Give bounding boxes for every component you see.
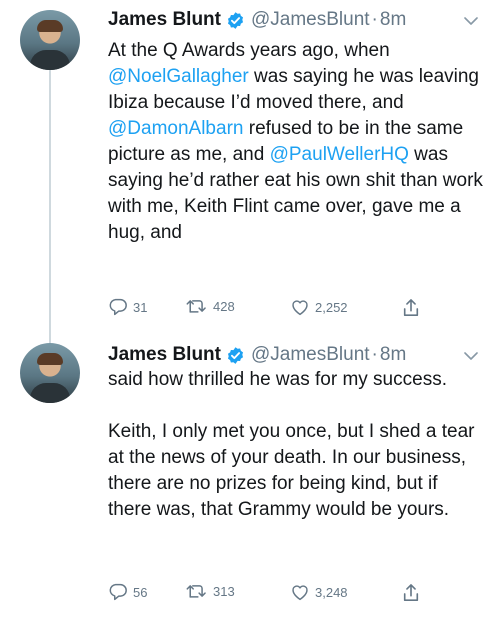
mention-link[interactable]: @NoelGallagher xyxy=(108,66,249,87)
reply-button[interactable]: 56 xyxy=(108,583,147,601)
avatar-shirt xyxy=(30,383,70,403)
tweet-actions: 56 313 3,248 xyxy=(108,583,428,607)
retweet-button[interactable]: 313 xyxy=(186,583,235,599)
reply-count: 31 xyxy=(133,299,148,315)
avatar-hair xyxy=(37,353,63,365)
tweet-header: James Blunt @JamesBlunt · 8m xyxy=(108,341,406,369)
like-count: 3,248 xyxy=(315,584,348,600)
reply-icon xyxy=(109,298,127,316)
tweet-actions: 31 428 2,252 xyxy=(108,298,428,322)
avatar[interactable] xyxy=(20,10,80,70)
share-button[interactable] xyxy=(402,298,420,318)
reply-icon xyxy=(109,583,127,601)
reply-count: 56 xyxy=(133,584,148,600)
tweet-timestamp[interactable]: 8m xyxy=(380,344,406,366)
retweet-button[interactable]: 428 xyxy=(186,298,235,314)
tweet-text-segment: At the Q Awards years ago, when xyxy=(108,40,390,61)
tweet-paragraph: Keith, I only met you once, but I shed a… xyxy=(108,421,475,520)
like-icon xyxy=(292,585,308,601)
tweet-timestamp[interactable]: 8m xyxy=(380,9,406,31)
retweet-icon xyxy=(186,585,206,598)
verified-badge-icon xyxy=(227,346,244,364)
retweet-count: 428 xyxy=(213,298,235,314)
tweet-1[interactable]: James Blunt @JamesBlunt · 8m At the Q Aw… xyxy=(0,0,496,335)
avatar-shirt xyxy=(30,50,70,70)
like-icon xyxy=(292,300,308,316)
like-count: 2,252 xyxy=(315,299,348,315)
retweet-icon xyxy=(186,300,206,313)
author-handle[interactable]: @JamesBlunt xyxy=(251,9,370,31)
tweet-text: At the Q Awards years ago, when @NoelGal… xyxy=(108,38,483,246)
share-icon xyxy=(403,584,419,602)
separator-dot: · xyxy=(371,344,378,365)
mention-link[interactable]: @DamonAlbarn xyxy=(108,118,243,139)
chevron-down-icon[interactable] xyxy=(464,16,478,26)
avatar[interactable] xyxy=(20,343,80,403)
author-name[interactable]: James Blunt xyxy=(108,344,221,366)
tweet-header: James Blunt @JamesBlunt · 8m xyxy=(108,6,406,34)
author-handle[interactable]: @JamesBlunt xyxy=(251,344,370,366)
reply-button[interactable]: 31 xyxy=(108,298,147,316)
verified-badge-icon xyxy=(227,11,244,29)
tweet-2[interactable]: James Blunt @JamesBlunt · 8m said how th… xyxy=(0,335,496,623)
tweet-text: said how thrilled he was for my success.… xyxy=(108,367,483,523)
share-icon xyxy=(403,299,419,317)
mention-link[interactable]: @PaulWellerHQ xyxy=(270,144,409,165)
chevron-down-icon[interactable] xyxy=(464,351,478,361)
like-button[interactable]: 3,248 xyxy=(290,583,348,601)
retweet-count: 313 xyxy=(213,583,235,599)
share-button[interactable] xyxy=(402,583,420,603)
tweet-paragraph: said how thrilled he was for my success. xyxy=(108,369,447,390)
separator-dot: · xyxy=(371,9,378,30)
like-button[interactable]: 2,252 xyxy=(290,298,348,316)
avatar-hair xyxy=(37,20,63,32)
author-name[interactable]: James Blunt xyxy=(108,9,221,31)
